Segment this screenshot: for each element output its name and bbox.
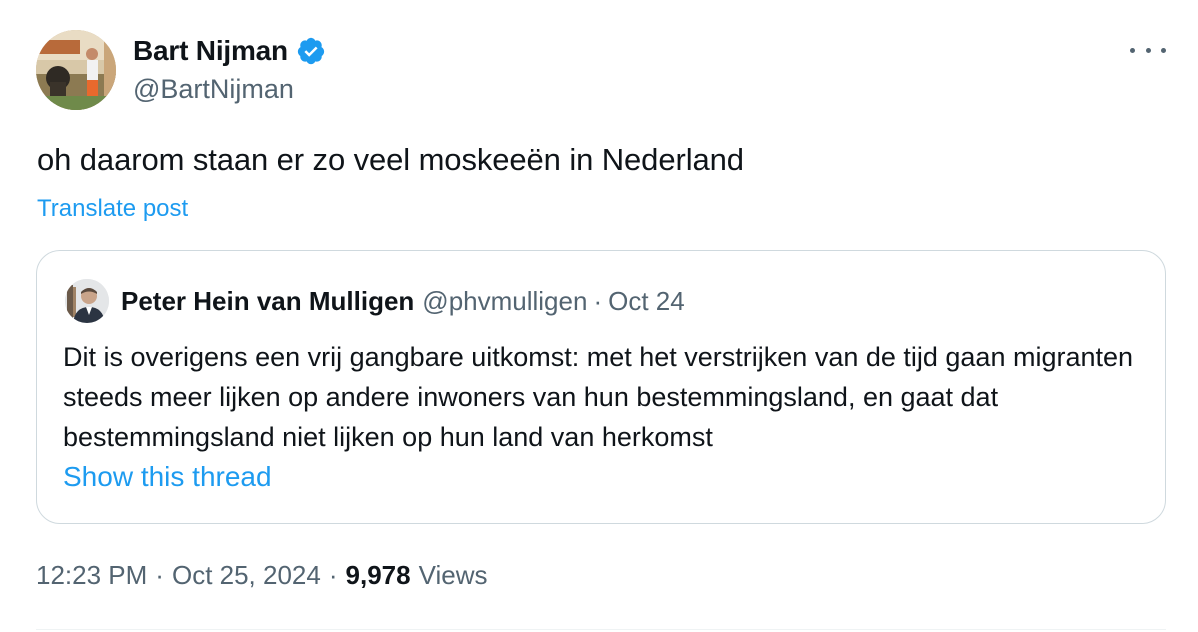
quoted-author-avatar[interactable] [65, 279, 109, 323]
author-avatar-image [36, 30, 116, 110]
post-time[interactable]: 12:23 PM [36, 560, 147, 591]
meta-separator: · [328, 560, 338, 590]
translate-post-link[interactable]: Translate post [37, 195, 188, 223]
post-date[interactable]: Oct 25, 2024 [172, 560, 321, 591]
verified-badge-icon[interactable] [296, 36, 326, 66]
quoted-post-text: Dit is overigens een vrij gangbare uitko… [63, 342, 1134, 452]
author-handle[interactable]: @BartNijman [133, 74, 294, 105]
show-thread-link[interactable]: Show this thread [63, 461, 272, 493]
author-display-name[interactable]: Bart Nijman [133, 35, 288, 67]
quoted-post-header: Peter Hein van Mulligen @phvmulligen · O… [65, 277, 685, 325]
more-dot [1130, 47, 1135, 53]
tweet-card: Bart Nijman @BartNijman oh daarom staan … [0, 0, 1198, 632]
quoted-author-avatar-image [65, 279, 109, 323]
quoted-separator: · [593, 285, 603, 316]
more-dot [1145, 47, 1151, 53]
quoted-post-card[interactable]: Peter Hein van Mulligen @phvmulligen · O… [36, 250, 1166, 524]
quoted-author-display-name[interactable]: Peter Hein van Mulligen [121, 286, 414, 317]
quoted-post-date[interactable]: Oct 24 [608, 286, 685, 317]
author-name-row: Bart Nijman [133, 34, 326, 68]
views-label: Views [418, 560, 488, 590]
author-avatar[interactable] [36, 30, 116, 110]
post-meta: 12:23 PM · Oct 25, 2024 · 9,978 Views [36, 560, 488, 591]
more-dot [1161, 47, 1166, 53]
post-text: oh daarom staan er zo veel moskeeën in N… [37, 142, 744, 177]
tweet-header: Bart Nijman @BartNijman [36, 30, 1166, 112]
quoted-author-handle[interactable]: @phvmulligen [422, 286, 587, 317]
more-options-icon[interactable] [1130, 38, 1166, 62]
divider [36, 629, 1166, 630]
views-count: 9,978 [345, 560, 411, 590]
meta-separator: · [155, 560, 164, 590]
